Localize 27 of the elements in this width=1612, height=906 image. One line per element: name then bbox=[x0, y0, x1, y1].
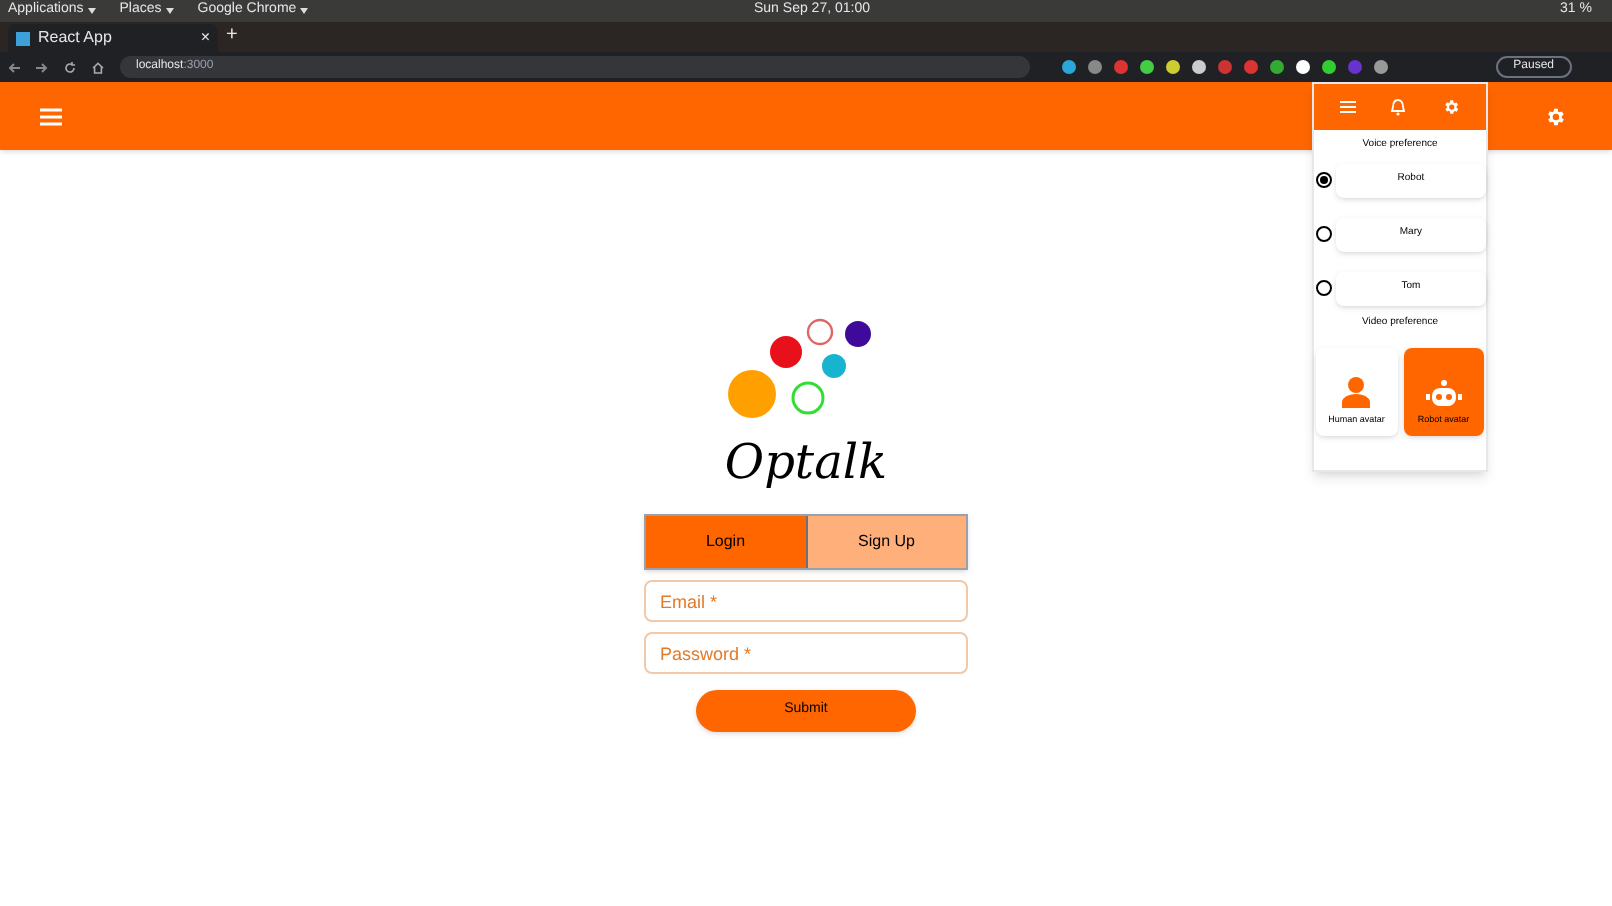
robot-icon bbox=[1425, 380, 1462, 409]
caret-icon bbox=[300, 8, 309, 14]
bell-icon[interactable] bbox=[1390, 98, 1407, 116]
home-icon[interactable] bbox=[92, 61, 104, 73]
person-icon bbox=[1342, 376, 1371, 409]
new-tab-button[interactable]: + bbox=[226, 20, 238, 50]
page-icon bbox=[16, 31, 30, 45]
radio-button[interactable] bbox=[1316, 172, 1332, 188]
auth-tab[interactable]: Login bbox=[646, 516, 805, 568]
reload-icon[interactable] bbox=[64, 61, 76, 73]
browser-tab[interactable]: React App × bbox=[8, 24, 218, 52]
text-field[interactable]: Password * bbox=[644, 632, 968, 674]
auth-tab[interactable]: Sign Up bbox=[805, 516, 966, 568]
settings-icon[interactable] bbox=[1442, 98, 1461, 116]
menu-icon[interactable] bbox=[1339, 100, 1356, 114]
back-icon[interactable] bbox=[8, 61, 20, 73]
caret-icon bbox=[165, 8, 174, 14]
text-field[interactable]: Email * bbox=[644, 580, 968, 622]
caret-icon bbox=[87, 8, 96, 14]
menu-icon[interactable] bbox=[40, 107, 62, 125]
tab-close[interactable]: × bbox=[200, 26, 210, 50]
logo-title: Optalk bbox=[724, 438, 888, 486]
radio-button[interactable] bbox=[1316, 226, 1332, 242]
forward-icon[interactable] bbox=[36, 61, 48, 73]
tab-title: React App bbox=[38, 26, 114, 50]
settings-icon[interactable] bbox=[1544, 105, 1566, 127]
radio-button[interactable] bbox=[1316, 280, 1332, 296]
